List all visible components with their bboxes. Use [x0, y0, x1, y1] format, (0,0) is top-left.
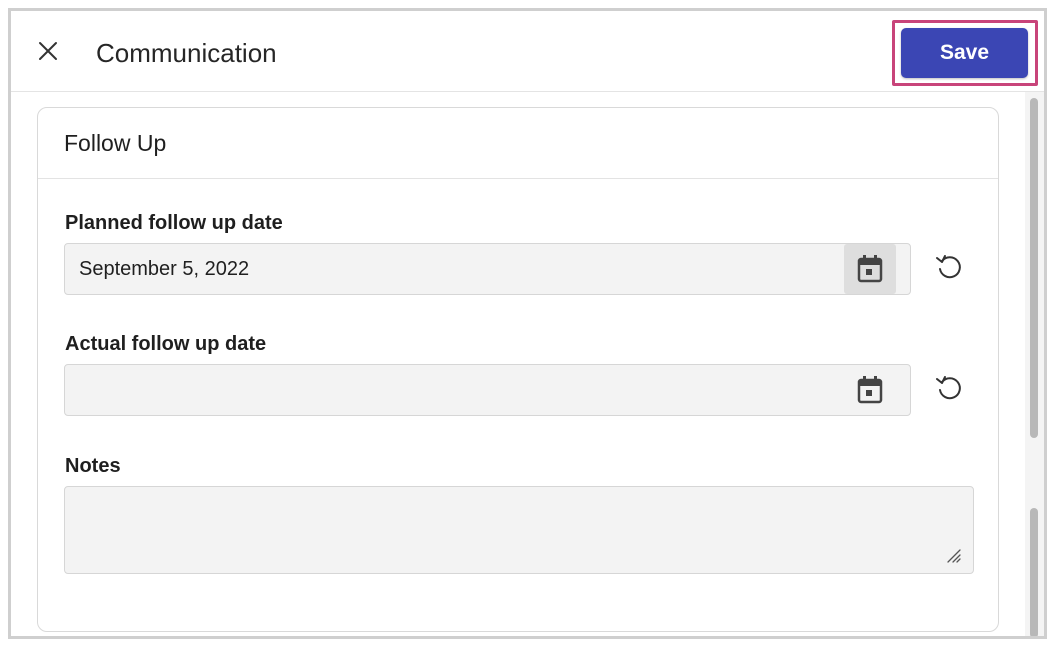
actual-date-reset-button[interactable]: [933, 372, 965, 404]
planned-date-calendar-button[interactable]: [844, 244, 896, 294]
dialog-frame: Communication Save Follow Up Planned fol…: [8, 8, 1047, 639]
reset-icon: [936, 376, 961, 400]
close-icon: [39, 42, 57, 60]
scrollbar[interactable]: [1025, 92, 1044, 636]
card-header: Follow Up: [38, 108, 998, 179]
notes-textarea[interactable]: [64, 486, 974, 574]
notes-label: Notes: [65, 455, 121, 477]
dialog-header: Communication Save: [11, 11, 1044, 92]
actual-date-calendar-button[interactable]: [844, 365, 896, 415]
resize-handle-icon[interactable]: [945, 547, 961, 563]
planned-date-label: Planned follow up date: [65, 212, 283, 234]
section-title: Follow Up: [64, 130, 167, 156]
calendar-icon: [857, 255, 883, 283]
planned-date-field[interactable]: September 5, 2022: [64, 243, 911, 295]
dialog-title: Communication: [96, 38, 277, 68]
actual-date-label: Actual follow up date: [65, 333, 267, 355]
reset-icon: [936, 255, 961, 279]
planned-date-value: September 5, 2022: [79, 258, 250, 280]
save-button[interactable]: Save: [901, 28, 1028, 78]
scrollbar-thumb[interactable]: [1030, 98, 1038, 438]
planned-date-reset-button[interactable]: [933, 251, 965, 283]
calendar-icon: [857, 376, 883, 404]
scrollbar-thumb-secondary[interactable]: [1030, 508, 1038, 636]
close-button[interactable]: [35, 38, 61, 64]
follow-up-card: Follow Up Planned follow up date Septemb…: [37, 107, 999, 632]
dialog-body: Follow Up Planned follow up date Septemb…: [11, 92, 1044, 636]
actual-date-field[interactable]: [64, 364, 911, 416]
